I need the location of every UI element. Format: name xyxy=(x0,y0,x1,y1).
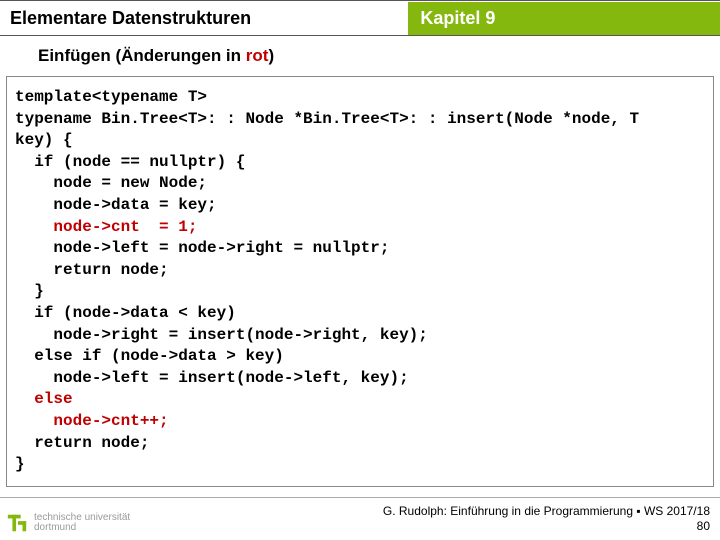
slide-footer: technische universität dortmund G. Rudol… xyxy=(0,504,720,534)
university-name: technische universität dortmund xyxy=(34,513,130,534)
code-line: node = new Node; xyxy=(15,174,207,192)
code-line: return node; xyxy=(15,434,149,452)
code-line: template<typename T> xyxy=(15,88,207,106)
tu-logo-icon xyxy=(6,512,28,534)
code-line: else if (node->data > key) xyxy=(15,347,284,365)
code-line: node->left = node->right = nullptr; xyxy=(15,239,389,257)
subhead-prefix: Einfügen (Änderungen in xyxy=(38,46,246,65)
code-line: node->right = insert(node->right, key); xyxy=(15,326,428,344)
code-line: return node; xyxy=(15,261,169,279)
code-line-indent xyxy=(15,218,53,236)
slide: Elementare Datenstrukturen Kapitel 9 Ein… xyxy=(0,0,720,540)
code-line-changed: node->cnt++; xyxy=(53,412,168,430)
code-line: if (node->data < key) xyxy=(15,304,236,322)
code-line: } xyxy=(15,455,25,473)
subhead-highlight: rot xyxy=(246,46,269,65)
code-line: node->left = insert(node->left, key); xyxy=(15,369,409,387)
code-line-changed: node->cnt = 1; xyxy=(53,218,197,236)
footer-divider xyxy=(0,497,720,498)
code-listing: template<typename T> typename Bin.Tree<T… xyxy=(6,76,714,487)
code-line: key) { xyxy=(15,131,73,149)
code-line: node->data = key; xyxy=(15,196,217,214)
code-line: typename Bin.Tree<T>: : Node *Bin.Tree<T… xyxy=(15,110,639,128)
slide-header: Elementare Datenstrukturen Kapitel 9 xyxy=(0,0,720,36)
university-name-line2: dortmund xyxy=(34,523,130,534)
code-line-indent xyxy=(15,390,34,408)
section-subheading: Einfügen (Änderungen in rot) xyxy=(0,36,720,74)
code-line-changed: else xyxy=(34,390,72,408)
header-title-right: Kapitel 9 xyxy=(408,2,720,35)
credit-line: G. Rudolph: Einführung in die Programmie… xyxy=(383,504,710,519)
slide-credit: G. Rudolph: Einführung in die Programmie… xyxy=(383,504,710,534)
university-logo: technische universität dortmund xyxy=(6,512,130,534)
slide-number: 80 xyxy=(383,519,710,534)
subhead-suffix: ) xyxy=(268,46,274,65)
code-line-indent xyxy=(15,412,53,430)
code-line: } xyxy=(15,282,44,300)
code-line: if (node == nullptr) { xyxy=(15,153,245,171)
header-title-left: Elementare Datenstrukturen xyxy=(0,2,408,35)
